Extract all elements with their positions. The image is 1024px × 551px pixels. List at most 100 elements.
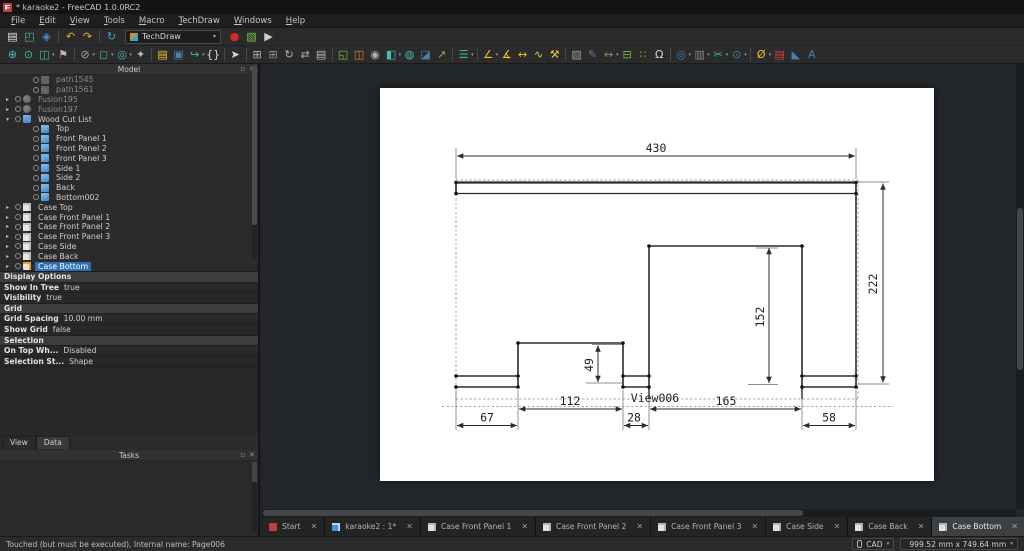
tree-item[interactable]: ▸ Case Bottom: [0, 261, 258, 271]
centerline-icon[interactable]: ◎: [673, 47, 690, 63]
tree-item[interactable]: Front Panel 2: [0, 144, 258, 154]
fit-all-icon[interactable]: ⊕: [4, 47, 21, 63]
trim-icon[interactable]: ✂: [710, 47, 727, 63]
visibility-toggle-icon[interactable]: [33, 77, 40, 83]
hatch-icon[interactable]: ▨: [568, 47, 585, 63]
tree-item[interactable]: ▸ Case Top: [0, 202, 258, 212]
visibility-toggle-icon[interactable]: [33, 175, 40, 181]
expander-icon[interactable]: ▸: [6, 253, 15, 260]
update-page-icon[interactable]: ⇄: [297, 47, 314, 63]
macro-play-icon[interactable]: ▶: [260, 29, 277, 45]
page-size-selector[interactable]: 999.52 mm x 749.64 mm ▾: [900, 538, 1018, 550]
print-page-icon[interactable]: ▤: [313, 47, 330, 63]
expander-icon[interactable]: ▸: [6, 204, 15, 211]
tree-item[interactable]: Bottom002: [0, 193, 258, 203]
tree-item[interactable]: Side 2: [0, 173, 258, 183]
tree-item-label[interactable]: Fusion195: [35, 95, 81, 104]
menu-item[interactable]: Macro: [132, 14, 172, 28]
dimension-repair-icon[interactable]: ⚒: [546, 47, 563, 63]
expander-icon[interactable]: ▸: [6, 214, 15, 221]
tree-item-label[interactable]: Side 1: [53, 164, 83, 173]
insert-view-icon[interactable]: ◱: [335, 47, 352, 63]
tree-item-label[interactable]: Side 2: [53, 173, 83, 182]
document-tab-label[interactable]: karaoke2 : 1*: [345, 522, 396, 531]
link-actions-icon[interactable]: ↪: [186, 47, 203, 63]
document-tab[interactable]: Case Back: [848, 517, 932, 536]
bounding-box-icon[interactable]: ◻: [95, 47, 112, 63]
cosmetic-lines-icon[interactable]: ▥: [691, 47, 708, 63]
view-label[interactable]: View006: [631, 391, 680, 405]
visibility-toggle-icon[interactable]: [15, 234, 22, 240]
visibility-toggle-icon[interactable]: [15, 253, 22, 259]
expander-icon[interactable]: ▸: [6, 233, 15, 240]
line-attributes-icon[interactable]: ✎: [584, 47, 601, 63]
dim-cutout-width-label[interactable]: 165: [716, 394, 737, 408]
tree-item-label[interactable]: path1545: [53, 75, 97, 84]
close-icon[interactable]: [521, 522, 528, 531]
sync-view-icon[interactable]: ⚑: [55, 47, 72, 63]
dimension-diameter-icon[interactable]: Ø: [753, 47, 770, 63]
dim-left-label[interactable]: 67: [480, 411, 494, 425]
tree-item-label[interactable]: Back: [53, 183, 78, 192]
thread-hole-icon[interactable]: ◣: [787, 47, 804, 63]
techdraw-page[interactable]: 430 222 152 49 112 165 View006 67 28 58: [380, 88, 934, 481]
visibility-toggle-icon[interactable]: [15, 116, 22, 122]
tree-item[interactable]: Front Panel 3: [0, 153, 258, 163]
property-row[interactable]: Display Options: [0, 272, 258, 283]
active-view-icon[interactable]: ◉: [367, 47, 384, 63]
refresh-icon[interactable]: ↻: [103, 29, 120, 45]
expander-icon[interactable]: ▸: [6, 223, 15, 230]
save-icon[interactable]: ◈: [38, 29, 55, 45]
property-value[interactable]: true: [41, 293, 258, 303]
visibility-toggle-icon[interactable]: [33, 126, 40, 132]
techdraw-page-icon[interactable]: ▤: [154, 47, 171, 63]
clip-plane-icon[interactable]: ⊘: [77, 47, 94, 63]
visibility-toggle-icon[interactable]: [33, 145, 40, 151]
select-arrow-icon[interactable]: ➤: [227, 47, 244, 63]
tree-item[interactable]: path1545: [0, 75, 258, 85]
visibility-toggle-icon[interactable]: [33, 136, 40, 142]
close-icon[interactable]: [834, 522, 841, 531]
section-view-icon[interactable]: ◧: [383, 47, 400, 63]
workbench-selector[interactable]: TechDraw ▾: [125, 30, 221, 44]
visibility-toggle-icon[interactable]: [33, 185, 40, 191]
tree-item-label[interactable]: Bottom002: [53, 193, 102, 202]
tree-item-label[interactable]: Case Bottom: [35, 262, 91, 271]
open-document-icon[interactable]: ◰: [21, 29, 38, 45]
visibility-toggle-icon[interactable]: [33, 165, 40, 171]
cascade-spacing-icon[interactable]: ↔: [600, 47, 617, 63]
document-tab-label[interactable]: Case Front Panel 2: [556, 522, 626, 531]
expander-icon[interactable]: ▾: [6, 116, 15, 123]
property-row[interactable]: Selection: [0, 336, 258, 347]
navigation-style-selector[interactable]: CAD ▾: [852, 538, 894, 550]
tasks-scrollbar[interactable]: [252, 462, 257, 534]
tree-item[interactable]: ▸ Fusion197: [0, 104, 258, 114]
visibility-toggle-icon[interactable]: [15, 106, 22, 112]
symbol-omega-icon[interactable]: Ω: [651, 47, 668, 63]
close-icon[interactable]: [918, 522, 925, 531]
tree-item-label[interactable]: Front Panel 3: [53, 154, 110, 163]
clip-group-icon[interactable]: ◪: [417, 47, 434, 63]
draw-style-icon[interactable]: ◫: [36, 47, 53, 63]
property-value[interactable]: [71, 272, 258, 282]
tree-item[interactable]: ▸ Case Front Panel 2: [0, 222, 258, 232]
dimension-chain-icon[interactable]: ∿: [530, 47, 547, 63]
tasks-scrollbar-thumb[interactable]: [252, 462, 257, 482]
annotation-icon[interactable]: A: [803, 47, 820, 63]
menu-item[interactable]: TechDraw: [172, 14, 227, 28]
property-row[interactable]: Grid: [0, 304, 258, 315]
tree-item[interactable]: ▸ Fusion195: [0, 95, 258, 105]
position-views-icon[interactable]: ⊟: [619, 47, 636, 63]
export-svg-icon[interactable]: ▤: [771, 47, 788, 63]
close-icon[interactable]: [636, 522, 643, 531]
dimension-radius-icon[interactable]: ∡: [498, 47, 515, 63]
document-tab[interactable]: Case Front Panel 3: [651, 517, 766, 536]
combo-tab[interactable]: View: [2, 436, 36, 449]
zoom-tools-icon[interactable]: ◎: [114, 47, 131, 63]
dim-step-width-label[interactable]: 112: [560, 394, 581, 408]
property-value[interactable]: [22, 304, 258, 314]
property-row[interactable]: On Top Wh... Disabled: [0, 346, 258, 357]
export-page-icon[interactable]: ↗: [433, 47, 450, 63]
undock-icon[interactable]: [240, 66, 245, 73]
property-row[interactable]: Show Grid false: [0, 325, 258, 336]
